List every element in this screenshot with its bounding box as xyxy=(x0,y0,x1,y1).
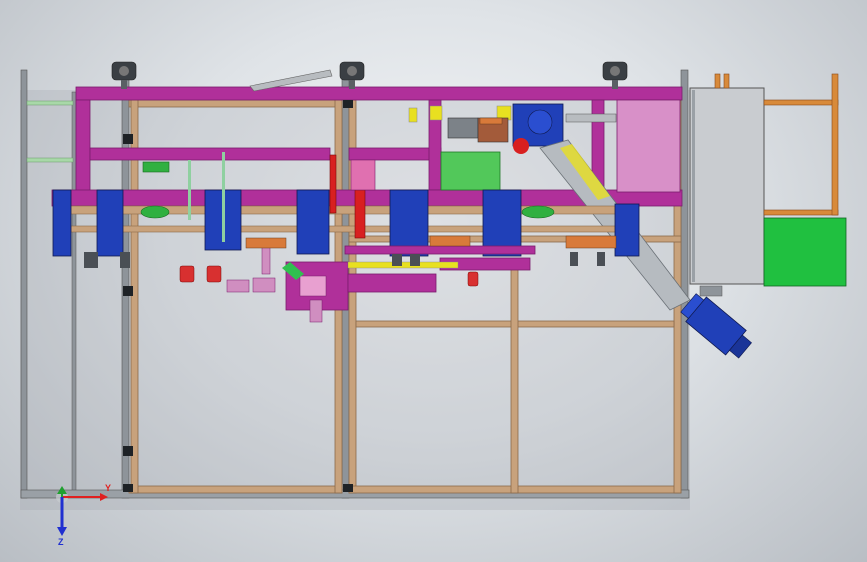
triad-z-arrow xyxy=(57,527,67,536)
green-gear-1 xyxy=(140,205,170,219)
left-inner-post xyxy=(71,91,77,495)
left-outer-post xyxy=(20,69,28,499)
pink-panel xyxy=(616,99,681,193)
red-post-1 xyxy=(354,189,366,239)
caster-wheel-left xyxy=(111,61,137,89)
top-cylinder-1 xyxy=(447,117,479,139)
cabinet-door-edge xyxy=(692,90,695,282)
green-block xyxy=(440,151,501,191)
manifold-insert xyxy=(299,275,327,297)
guide-rod-2 xyxy=(222,152,225,242)
red-post-2 xyxy=(329,154,337,214)
left-guide-rod-2 xyxy=(26,157,74,163)
left-guide-rod-1 xyxy=(26,100,74,106)
green-cap xyxy=(142,161,170,173)
top-spindle xyxy=(565,113,617,123)
machine-assembly-drawing[interactable]: Y Z xyxy=(0,0,867,562)
green-side-panel xyxy=(763,217,847,287)
caster-wheel-right xyxy=(602,61,628,89)
yellow-bracket-3 xyxy=(408,107,418,123)
green-gear-2 xyxy=(521,205,555,219)
guide-rod-1 xyxy=(188,160,191,220)
control-cabinet[interactable] xyxy=(689,87,765,285)
pink-pillar xyxy=(350,159,376,191)
post-c xyxy=(680,69,689,499)
triad-z-label: Z xyxy=(58,537,64,547)
triad-x-label: Y xyxy=(105,483,111,493)
yellow-bracket-1 xyxy=(429,105,443,121)
yellow-strip xyxy=(347,261,459,269)
lower-stem xyxy=(309,299,323,323)
motor-mount xyxy=(699,285,723,297)
cad-viewport[interactable]: Y Z xyxy=(0,0,867,562)
